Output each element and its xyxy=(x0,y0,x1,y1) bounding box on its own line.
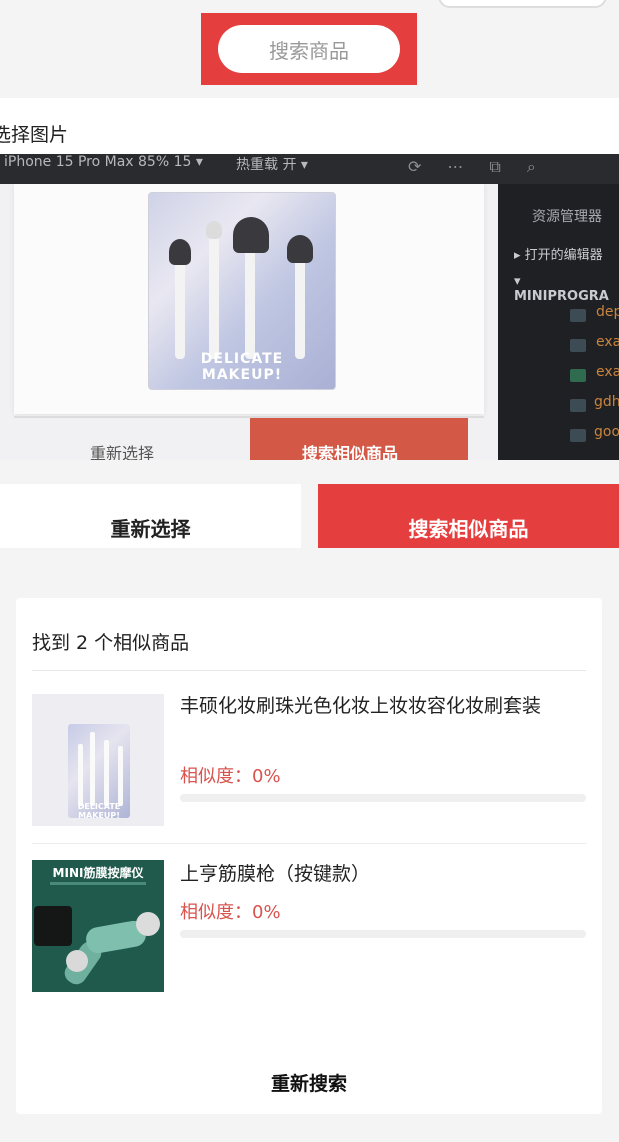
brush-head xyxy=(206,221,222,239)
thumb-battery xyxy=(34,906,72,946)
folder-icon xyxy=(570,429,586,442)
similarity-bar xyxy=(180,930,586,938)
photo-explorer-title: 资源管理器 xyxy=(532,209,602,225)
thumb-gun-head xyxy=(66,950,88,972)
product-box-label: DELICATE MAKEUP! xyxy=(200,351,284,383)
selected-photo-preview: iPhone 15 Pro Max 85% 15 ▾ 热重载 开 ▾ ⟳⋯⧉⌕ … xyxy=(0,154,619,460)
choose-image-title: 选择图片 xyxy=(0,124,69,146)
search-similar-button[interactable]: 搜索相似商品 xyxy=(318,484,619,548)
thumb-brush xyxy=(118,746,123,806)
results-title: 找到 2 个相似商品 xyxy=(32,632,190,654)
result-item[interactable]: DELICATE MAKEUP! 丰硕化妆刷珠光色化妆上妆妆容化妆刷套装 相似度… xyxy=(32,694,586,844)
thumb-label: MINI筋膜按摩仪 xyxy=(52,866,144,880)
folder-icon xyxy=(570,399,586,412)
similarity-bar xyxy=(180,794,586,802)
product-name: 丰硕化妆刷珠光色化妆上妆妆容化妆刷套装 xyxy=(180,695,542,717)
photo-open-editors-label: 打开的编辑器 xyxy=(524,248,603,263)
photo-toolbar-icons: ⟳⋯⧉⌕ xyxy=(408,157,562,176)
photo-reload-label: 热重载 开 ▾ xyxy=(236,157,308,173)
makeup-brush-box-image: DELICATE MAKEUP! xyxy=(148,192,336,390)
product-name: 上亨筋膜枪（按键款） xyxy=(180,863,371,885)
reselect-button[interactable]: 重新选择 xyxy=(0,484,301,548)
photo-file: goo xyxy=(594,424,619,440)
similarity-text: 相似度：0% xyxy=(180,766,281,787)
photo-search-similar-label: 搜索相似商品 xyxy=(302,444,399,460)
photo-project-root: ▾ MINIPROGRA xyxy=(514,274,609,304)
brush xyxy=(175,259,185,359)
thumb-brush xyxy=(104,740,109,806)
search-products-button[interactable]: 搜索商品 xyxy=(218,25,400,73)
row-divider xyxy=(32,843,586,844)
folder-icon xyxy=(570,309,586,322)
brush xyxy=(209,229,219,359)
research-button[interactable]: 重新搜索 xyxy=(216,1064,402,1100)
brush xyxy=(245,249,255,359)
file-icon xyxy=(570,369,586,382)
photo-file: dep xyxy=(596,304,619,320)
thumb-gun-head xyxy=(136,912,160,936)
result-item[interactable]: MINI筋膜按摩仪 上亨筋膜枪（按键款） 相似度：0% xyxy=(32,860,586,992)
product-thumbnail: MINI筋膜按摩仪 xyxy=(32,860,164,992)
photo-reselect-label: 重新选择 xyxy=(90,444,155,460)
thumb-brush xyxy=(78,744,83,806)
brush xyxy=(295,255,305,359)
photo-file: exa xyxy=(596,334,619,350)
brush-head xyxy=(233,217,269,253)
photo-file: gdh xyxy=(594,394,619,410)
photo-project-root-label: MINIPROGRA xyxy=(514,289,609,304)
brush-head xyxy=(169,239,191,265)
thumb-brush xyxy=(90,732,95,806)
photo-open-editors: ▸ 打开的编辑器 xyxy=(514,248,603,263)
photo-device-label: iPhone 15 Pro Max 85% 15 ▾ xyxy=(4,154,203,170)
photo-file: exa xyxy=(596,364,619,380)
thumb-label: DELICATE MAKEUP! xyxy=(77,802,121,820)
folder-icon xyxy=(570,339,586,352)
product-thumbnail: DELICATE MAKEUP! xyxy=(32,694,164,826)
thumb-subtitle-line xyxy=(50,882,146,885)
divider xyxy=(32,670,586,671)
brush-head xyxy=(287,235,313,263)
similarity-text: 相似度：0% xyxy=(180,902,281,923)
top-partial-pill xyxy=(438,0,607,8)
results-card: 找到 2 个相似商品 DELICATE MAKEUP! 丰硕化妆刷珠光色化妆上妆… xyxy=(16,598,602,1114)
